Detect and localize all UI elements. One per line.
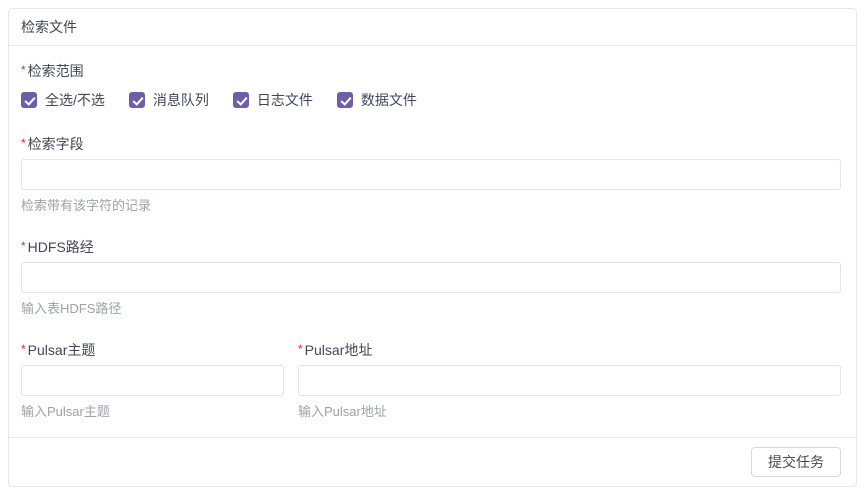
search-field-label: *检索字段 [21, 133, 841, 154]
checkbox-label: 全选/不选 [45, 90, 105, 110]
search-field-helper: 检索带有该字符的记录 [21, 198, 841, 213]
checkbox-checked-icon[interactable] [233, 92, 249, 108]
form-item-search-field: *检索字段 检索带有该字符的记录 [21, 133, 841, 213]
scope-label-text: 检索范围 [28, 63, 84, 79]
form-item-hdfs-path: *HDFS路经 输入表HDFS路径 [21, 236, 841, 316]
pulsar-topic-input[interactable] [21, 365, 284, 396]
required-asterisk: * [298, 342, 303, 356]
search-form: *检索范围 全选/不选 消息队列 日志文件 数据文件 [9, 46, 856, 437]
scope-label: *检索范围 [21, 60, 841, 81]
form-item-scope: *检索范围 全选/不选 消息队列 日志文件 数据文件 [21, 60, 841, 110]
pulsar-address-label-text: Pulsar地址 [305, 342, 373, 358]
pulsar-address-label: *Pulsar地址 [298, 339, 841, 360]
search-field-label-text: 检索字段 [28, 136, 84, 152]
checkbox-log-files[interactable]: 日志文件 [233, 90, 313, 110]
form-item-pulsar-address: *Pulsar地址 输入Pulsar地址 [298, 339, 841, 419]
checkbox-checked-icon[interactable] [21, 92, 37, 108]
search-files-card: 检索文件 *检索范围 全选/不选 消息队列 日志文件 [8, 8, 857, 487]
pulsar-address-helper: 输入Pulsar地址 [298, 404, 841, 419]
form-item-pulsar-topic: *Pulsar主题 输入Pulsar主题 [21, 339, 284, 419]
hdfs-path-label-text: HDFS路经 [28, 239, 94, 255]
hdfs-path-helper: 输入表HDFS路径 [21, 301, 841, 316]
search-field-input[interactable] [21, 159, 841, 190]
pulsar-topic-helper: 输入Pulsar主题 [21, 404, 284, 419]
required-asterisk: * [21, 136, 26, 150]
pulsar-topic-label-text: Pulsar主题 [28, 342, 96, 358]
checkbox-label: 消息队列 [153, 90, 209, 110]
submit-task-button[interactable]: 提交任务 [751, 447, 841, 477]
form-row-pulsar: *Pulsar主题 输入Pulsar主题 *Pulsar地址 输入Pulsar地… [21, 339, 841, 419]
pulsar-topic-label: *Pulsar主题 [21, 339, 284, 360]
hdfs-path-input[interactable] [21, 262, 841, 293]
card-footer: 提交任务 [9, 437, 856, 486]
checkbox-label: 日志文件 [257, 90, 313, 110]
checkbox-checked-icon[interactable] [129, 92, 145, 108]
pulsar-address-input[interactable] [298, 365, 841, 396]
checkbox-message-queue[interactable]: 消息队列 [129, 90, 209, 110]
checkbox-data-files[interactable]: 数据文件 [337, 90, 417, 110]
checkbox-select-all[interactable]: 全选/不选 [21, 90, 105, 110]
required-asterisk: * [21, 342, 26, 356]
hdfs-path-label: *HDFS路经 [21, 236, 841, 257]
required-asterisk: * [21, 239, 26, 253]
card-title: 检索文件 [9, 9, 856, 46]
checkbox-label: 数据文件 [361, 90, 417, 110]
required-asterisk: * [21, 63, 26, 77]
scope-checkbox-group: 全选/不选 消息队列 日志文件 数据文件 [21, 90, 841, 110]
checkbox-checked-icon[interactable] [337, 92, 353, 108]
